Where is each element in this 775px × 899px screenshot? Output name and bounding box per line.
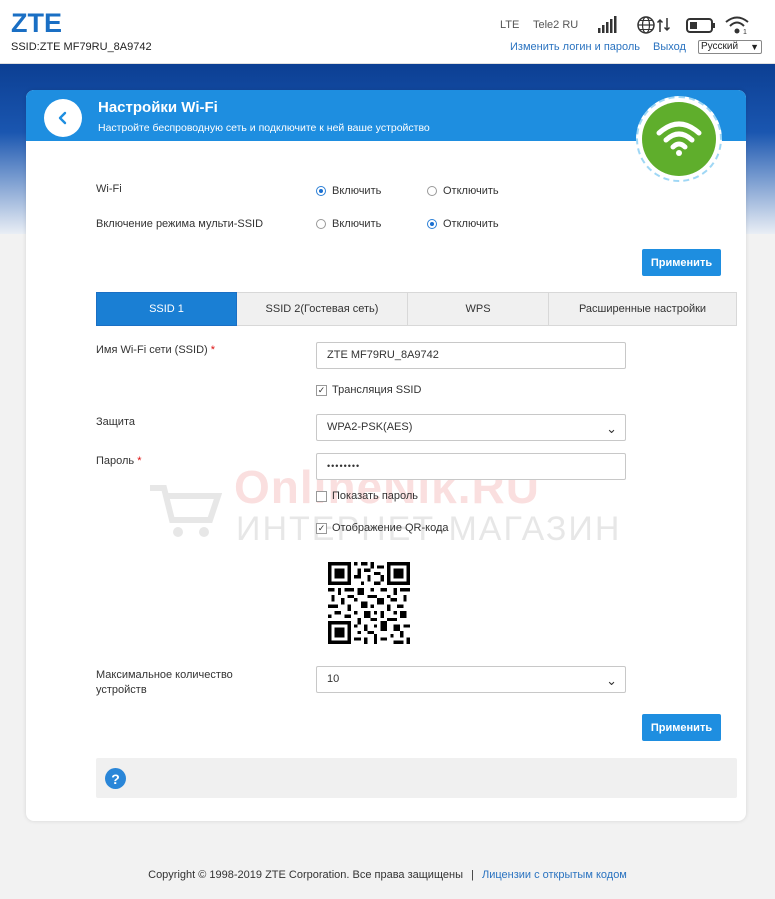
max-devices-select[interactable]: 10 ⌄ bbox=[316, 666, 626, 693]
show-qr-label: Отображение QR-кода bbox=[332, 522, 449, 534]
max-devices-value: 10 bbox=[327, 673, 340, 685]
checkmark-icon: ✓ bbox=[316, 522, 327, 534]
wifi-on-label: Включить bbox=[332, 185, 382, 197]
password-label: Пароль * bbox=[96, 455, 142, 467]
broadcast-ssid-checkbox[interactable]: ✓ Трансляция SSID bbox=[316, 384, 421, 396]
multi-ssid-on-radio[interactable]: Включить bbox=[316, 218, 381, 230]
open-source-licenses-link[interactable]: Лицензии с открытым кодом bbox=[482, 869, 627, 881]
show-password-label: Показать пароль bbox=[332, 490, 419, 502]
wifi-off-radio[interactable]: Отключить bbox=[427, 185, 499, 197]
svg-text:1: 1 bbox=[743, 29, 747, 35]
multi-ssid-label: Включение режима мульти-SSID bbox=[96, 218, 264, 230]
max-devices-label-line2: устройств bbox=[96, 684, 147, 696]
password-input[interactable]: •••••••• bbox=[316, 453, 626, 480]
chevron-down-icon: ▼ bbox=[750, 42, 759, 52]
wifi-qr-code bbox=[328, 562, 410, 644]
language-value: Русский bbox=[701, 41, 739, 52]
footer-separator: | bbox=[471, 869, 474, 881]
security-select[interactable]: WPA2-PSK(AES) ⌄ bbox=[316, 414, 626, 441]
ssid-status: SSID:ZTE MF79RU_8A9742 bbox=[11, 41, 152, 53]
security-value: WPA2-PSK(AES) bbox=[327, 421, 413, 433]
wifi-status-icon: 1 bbox=[725, 16, 749, 35]
page-subtitle: Настройте беспроводную сеть и подключите… bbox=[98, 122, 430, 134]
chevron-left-icon bbox=[58, 111, 67, 125]
tab-ssid1[interactable]: SSID 1 bbox=[96, 292, 237, 326]
checkbox-icon bbox=[316, 490, 327, 502]
ssid-name-label: Имя Wi-Fi сети (SSID) * bbox=[96, 344, 215, 356]
password-label-text: Пароль bbox=[96, 455, 135, 467]
back-button[interactable] bbox=[44, 99, 82, 137]
top-header: ZTE SSID:ZTE MF79RU_8A9742 LTE Tele2 RU … bbox=[0, 0, 775, 64]
checkmark-icon: ✓ bbox=[316, 384, 327, 396]
logout-link[interactable]: Выход bbox=[653, 41, 686, 53]
help-icon[interactable]: ? bbox=[105, 768, 126, 789]
required-mark: * bbox=[137, 455, 142, 467]
max-devices-label-line1: Максимальное количество bbox=[96, 669, 233, 681]
radio-icon bbox=[316, 219, 326, 229]
ssid-name-label-text: Имя Wi-Fi сети (SSID) bbox=[96, 344, 208, 356]
broadcast-ssid-label: Трансляция SSID bbox=[332, 384, 422, 396]
required-mark: * bbox=[210, 344, 216, 356]
security-label: Защита bbox=[96, 416, 135, 428]
chevron-down-icon: ⌄ bbox=[606, 421, 617, 436]
multi-ssid-off-label: Отключить bbox=[443, 218, 499, 230]
tab-wps[interactable]: WPS bbox=[408, 292, 549, 326]
zte-logo: ZTE bbox=[11, 8, 62, 38]
multi-ssid-off-radio[interactable]: Отключить bbox=[427, 218, 499, 230]
apply-general-button[interactable]: Применить bbox=[642, 249, 721, 276]
radio-icon bbox=[427, 219, 437, 229]
chevron-down-icon: ⌄ bbox=[606, 673, 617, 688]
wifi-off-label: Отключить bbox=[443, 185, 499, 197]
wifi-badge bbox=[636, 96, 722, 182]
ssid-tabs: SSID 1 SSID 2(Гостевая сеть) WPS Расшире… bbox=[96, 292, 737, 326]
operator-name: Tele2 RU bbox=[533, 19, 579, 31]
wifi-icon bbox=[656, 121, 702, 156]
page-title: Настройки Wi-Fi bbox=[98, 99, 218, 116]
wifi-label: Wi-Fi bbox=[96, 183, 122, 195]
wifi-settings-card: Настройки Wi-Fi Настройте беспроводную с… bbox=[26, 90, 746, 821]
network-type: LTE bbox=[500, 19, 520, 31]
multi-ssid-on-label: Включить bbox=[332, 218, 382, 230]
radio-icon bbox=[316, 186, 326, 196]
battery-icon bbox=[686, 18, 715, 33]
language-select[interactable]: Русский ▼ bbox=[698, 40, 762, 54]
wifi-on-radio[interactable]: Включить bbox=[316, 185, 381, 197]
apply-ssid-button[interactable]: Применить bbox=[642, 714, 721, 741]
change-login-link[interactable]: Изменить логин и пароль bbox=[510, 41, 640, 53]
tab-ssid2-guest[interactable]: SSID 2(Гостевая сеть) bbox=[237, 292, 408, 326]
tab-advanced[interactable]: Расширенные настройки bbox=[549, 292, 737, 326]
help-bar: ? bbox=[96, 758, 737, 798]
cart-watermark-icon bbox=[150, 485, 223, 537]
copyright-text: Copyright © 1998-2019 ZTE Corporation. В… bbox=[148, 869, 463, 881]
show-password-checkbox[interactable]: Показать пароль bbox=[316, 490, 418, 502]
footer: Copyright © 1998-2019 ZTE Corporation. В… bbox=[0, 869, 775, 881]
radio-icon bbox=[427, 186, 437, 196]
show-qr-checkbox[interactable]: ✓ Отображение QR-кода bbox=[316, 522, 449, 534]
ssid-name-input[interactable]: ZTE MF79RU_8A9742 bbox=[316, 342, 626, 369]
wifi-badge-circle bbox=[642, 102, 716, 176]
max-devices-label: Максимальное количество устройств bbox=[96, 668, 233, 698]
internet-connection-icon bbox=[637, 16, 671, 34]
signal-strength-icon bbox=[598, 16, 617, 33]
